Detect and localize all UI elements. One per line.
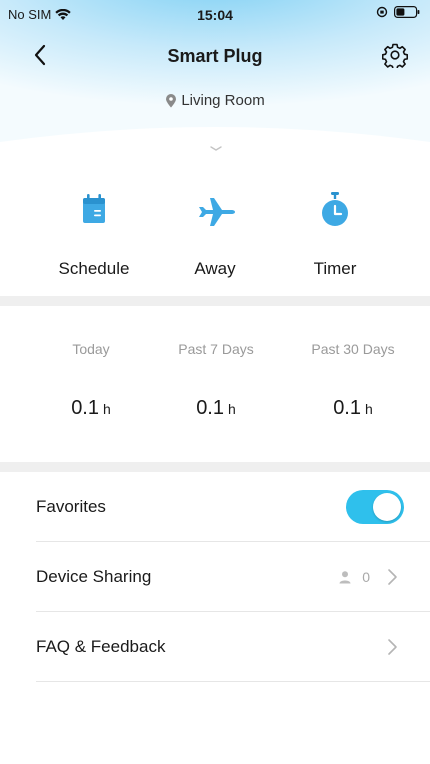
favorites-toggle[interactable]	[346, 489, 404, 524]
usage-number: 0.1	[71, 397, 99, 419]
usage-past-7-days: Past 7 Days 0.1 h	[146, 306, 286, 420]
schedule-label: Schedule	[58, 259, 130, 278]
usage-today: Today 0.1 h	[21, 306, 161, 420]
favorites-label: Favorites	[36, 496, 106, 516]
usage-value: 0.1 h	[146, 397, 286, 420]
favorites-row: Favorites	[36, 472, 430, 542]
battery-icon	[394, 6, 420, 18]
user-icon	[339, 570, 351, 583]
usage-number: 0.1	[333, 397, 361, 419]
location-pin-icon	[166, 93, 177, 107]
clock: 15:04	[197, 7, 233, 23]
usage-stats: Today 0.1 h Past 7 Days 0.1 h Past 30 Days…	[0, 306, 430, 462]
toggle-knob	[373, 492, 401, 521]
location-label: Living Room	[181, 92, 265, 109]
status-icons	[376, 6, 420, 18]
usage-past-30-days: Past 30 Days 0.1 h	[283, 306, 423, 420]
device-sharing-label: Device Sharing	[36, 566, 152, 586]
device-sharing-meta: 0	[338, 568, 398, 586]
device-sharing-row[interactable]: Device Sharing 0	[36, 542, 430, 612]
faq-feedback-meta	[386, 638, 398, 656]
chevron-right-icon	[388, 568, 397, 585]
share-count: 0	[362, 568, 370, 585]
usage-number: 0.1	[196, 397, 224, 419]
stopwatch-icon	[322, 192, 348, 226]
chevron-down-icon[interactable]	[209, 144, 223, 154]
usage-unit: h	[228, 401, 236, 417]
page-title: Smart Plug	[167, 46, 263, 66]
airplane-icon	[199, 198, 235, 226]
usage-period-label: Today	[72, 341, 110, 357]
faq-feedback-label: FAQ & Feedback	[36, 636, 166, 656]
location[interactable]: Living Room	[0, 92, 430, 109]
usage-period-label: Past 7 Days	[178, 341, 254, 357]
away-button[interactable]: Away	[160, 180, 270, 279]
mode-shortcuts: Schedule Away Timer	[0, 180, 430, 292]
schedule-button[interactable]: Schedule	[39, 180, 149, 279]
faq-feedback-row[interactable]: FAQ & Feedback	[36, 612, 430, 682]
settings-list: Favorites Device Sharing 0 FAQ & Feedbac…	[0, 472, 430, 682]
timer-label: Timer	[313, 259, 357, 278]
usage-value: 0.1 h	[283, 397, 423, 420]
gear-icon	[381, 43, 409, 70]
usage-unit: h	[103, 401, 111, 417]
section-divider	[0, 462, 430, 472]
usage-value: 0.1 h	[21, 397, 161, 420]
orientation-lock-icon	[376, 6, 388, 18]
status-bar: No SIM 15:04	[0, 0, 430, 28]
chevron-right-icon	[388, 638, 397, 655]
section-divider	[0, 296, 430, 306]
timer-button[interactable]: Timer	[280, 180, 390, 279]
usage-period-label: Past 30 Days	[311, 341, 395, 357]
away-label: Away	[194, 259, 236, 278]
calendar-icon	[83, 194, 105, 223]
settings-button[interactable]	[381, 42, 409, 70]
usage-unit: h	[365, 401, 373, 417]
